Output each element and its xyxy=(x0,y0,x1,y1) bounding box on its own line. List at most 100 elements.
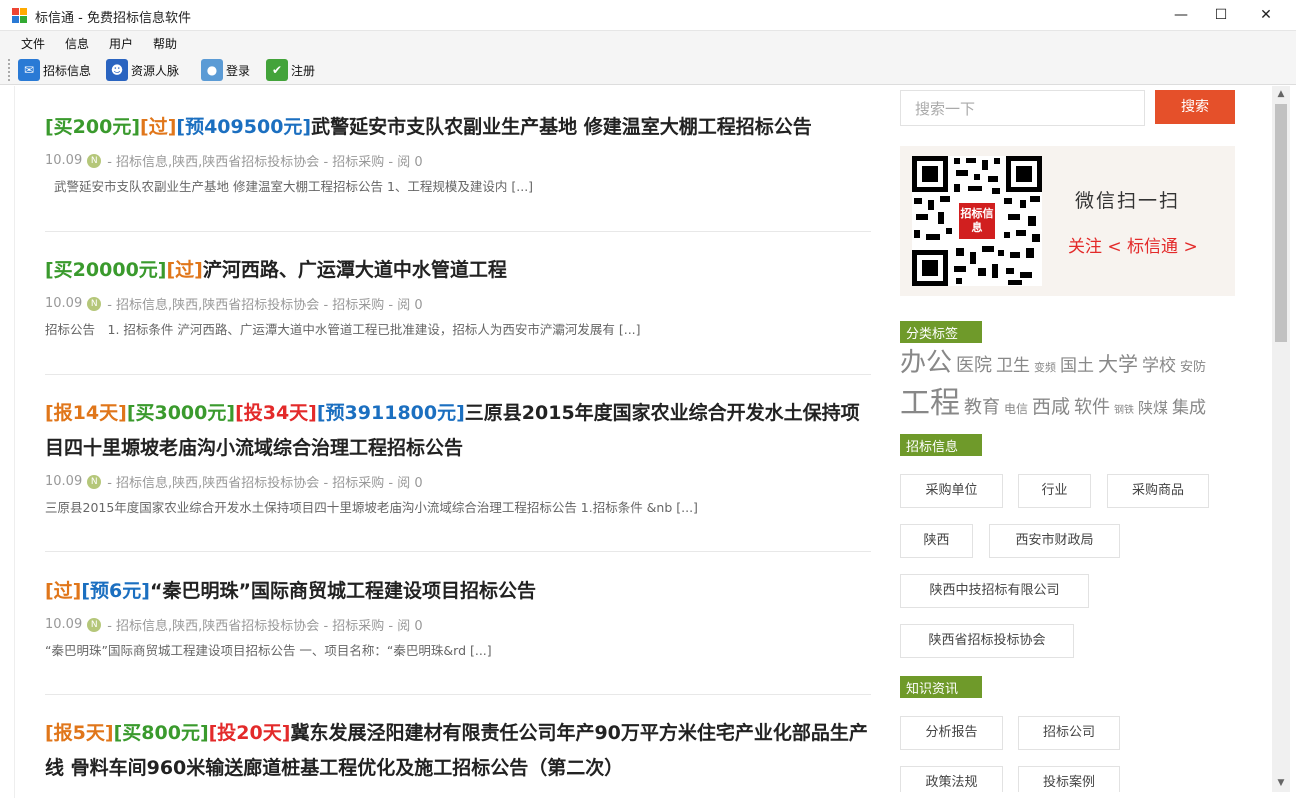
tag-cloud-item[interactable]: 教育 xyxy=(964,397,1000,418)
tag-cloud-item[interactable]: 大学 xyxy=(1098,352,1138,376)
app-logo-icon xyxy=(12,8,28,24)
post-title[interactable]: [过][预6元]“秦巴明珠”国际商贸城工程建设项目招标公告 xyxy=(45,574,871,609)
content-area: [买200元][过][预409500元]武警延安市支队农副业生产基地 修建温室大… xyxy=(15,86,1272,792)
post-divider xyxy=(45,231,871,232)
tag-cloud-line: 办公 医院 卫生 变频 国土 大学 学校 安防 xyxy=(900,342,1240,379)
qr-follow-text: 关注 < 标信通 > xyxy=(1068,237,1198,257)
tag-cloud-item[interactable]: 集成 xyxy=(1172,398,1206,418)
scroll-down-icon[interactable]: ▼ xyxy=(1272,775,1290,792)
tag-bid: [投34天] xyxy=(235,402,317,424)
vertical-scrollbar[interactable]: ▲ ▼ xyxy=(1272,86,1290,792)
chip-policy[interactable]: 政策法规 xyxy=(900,766,1003,792)
tag-cloud-line: 工程 教育 电信 西咸 软件 钢铁 陕煤 集成 xyxy=(900,378,1240,422)
chip-purchase-unit[interactable]: 采购单位 xyxy=(900,474,1003,508)
tag-cloud-item[interactable]: 西咸 xyxy=(1032,396,1070,418)
tag-pass: [过] xyxy=(45,580,82,602)
chip-xian-finance[interactable]: 西安市财政局 xyxy=(989,524,1120,558)
toolbar-login-button[interactable]: ● 登录 xyxy=(201,58,250,82)
people-icon: ☻ xyxy=(106,59,128,81)
menu-file[interactable]: 文件 xyxy=(21,35,45,52)
search-button[interactable]: 搜索 xyxy=(1155,90,1235,124)
tag-cloud-item[interactable]: 电信 xyxy=(1004,402,1028,416)
post-title[interactable]: [报5天][买800元][投20天]冀东发展泾阳建材有限责任公司年产90万平方米… xyxy=(45,716,871,786)
user-icon: ● xyxy=(201,59,223,81)
tag-buy: [买800元] xyxy=(113,722,209,744)
left-frame-edge xyxy=(0,86,15,798)
menu-bar: 文件 信息 用户 帮助 xyxy=(0,31,1296,55)
chip-bidding-association[interactable]: 陕西省招标投标协会 xyxy=(900,624,1074,658)
tag-cloud-item[interactable]: 工程 xyxy=(900,386,960,421)
post-meta-text: - 招标信息,陕西,陕西省招标投标协会 - 招标采购 - 阅 0 xyxy=(107,155,423,170)
section-label-knowledge: 知识资讯 xyxy=(900,676,982,698)
post-date: 10.09 xyxy=(45,296,83,311)
post-title[interactable]: [买200元][过][预409500元]武警延安市支队农副业生产基地 修建温室大… xyxy=(45,110,871,145)
tag-cloud-item[interactable]: 软件 xyxy=(1074,397,1110,418)
tag-budget: [预409500元] xyxy=(176,116,312,138)
post-title[interactable]: [买20000元][过]浐河西路、广运潭大道中水管道工程 xyxy=(45,253,871,288)
tag-buy: [买3000元] xyxy=(126,402,236,424)
menu-info[interactable]: 信息 xyxy=(65,35,89,52)
tag-days: [报5天] xyxy=(45,722,114,744)
section-label-bids: 招标信息 xyxy=(900,434,982,456)
tag-budget: [预3911800元] xyxy=(316,402,465,424)
wechat-qr-panel: 招标信息 微信扫一扫 关注 < 标信通 > xyxy=(900,146,1235,296)
post-date: 10.09 xyxy=(45,617,83,632)
toolbar-bid-info-button[interactable]: ✉ 招标信息 xyxy=(18,58,91,82)
post-title-text[interactable]: 浐河西路、广运潭大道中水管道工程 xyxy=(203,259,507,281)
toolbar-register-button[interactable]: ✔ 注册 xyxy=(266,58,315,82)
post-item: [报5天][买800元][投20天]冀东发展泾阳建材有限责任公司年产90万平方米… xyxy=(45,716,871,786)
post-divider xyxy=(45,374,871,375)
menu-help[interactable]: 帮助 xyxy=(153,35,177,52)
tag-bid: [投20天] xyxy=(208,722,291,744)
search-input[interactable]: 搜索一下 xyxy=(900,90,1145,126)
post-item: [过][预6元]“秦巴明珠”国际商贸城工程建设项目招标公告 10.09 N - … xyxy=(45,574,871,659)
check-icon: ✔ xyxy=(266,59,288,81)
tag-cloud-item[interactable]: 学校 xyxy=(1142,356,1176,376)
chip-purchase-goods[interactable]: 采购商品 xyxy=(1107,474,1209,508)
post-meta: 10.09 N - 招标信息,陕西,陕西省招标投标协会 - 招标采购 - 阅 0 xyxy=(45,472,871,491)
toolbar-contacts-button[interactable]: ☻ 资源人脉 xyxy=(106,58,179,82)
post-meta-text: - 招标信息,陕西,陕西省招标投标协会 - 招标采购 - 阅 0 xyxy=(107,476,423,491)
post-excerpt: 招标公告 1. 招标条件 浐河西路、广运潭大道中水管道工程已批准建设，招标人为西… xyxy=(45,322,641,337)
new-badge-icon: N xyxy=(87,296,102,311)
post-meta: 10.09 N - 招标信息,陕西,陕西省招标投标协会 - 招标采购 - 阅 0 xyxy=(45,615,871,634)
post-item: [报14天][买3000元][投34天][预3911800元] 三原县2015年度… xyxy=(45,396,871,516)
toolbar-grip[interactable] xyxy=(8,59,11,81)
chip-analysis-report[interactable]: 分析报告 xyxy=(900,716,1003,750)
tag-cloud-item[interactable]: 卫生 xyxy=(996,356,1030,376)
post-title-text[interactable]: “秦巴明珠”国际商贸城工程建设项目招标公告 xyxy=(150,580,536,602)
tag-cloud-item[interactable]: 医院 xyxy=(956,355,992,376)
toolbar-label: 注册 xyxy=(291,63,316,78)
new-badge-icon: N xyxy=(87,474,102,489)
post-title[interactable]: [报14天][买3000元][投34天][预3911800元]三原县2015年度… xyxy=(45,396,871,466)
post-item: [买200元][过][预409500元]武警延安市支队农副业生产基地 修建温室大… xyxy=(45,110,871,195)
tag-cloud-item[interactable]: 陕煤 xyxy=(1138,399,1168,417)
post-date: 10.09 xyxy=(45,474,83,489)
tag-budget: [预6元] xyxy=(81,580,150,602)
chip-zhongji-bidding[interactable]: 陕西中技招标有限公司 xyxy=(900,574,1089,608)
post-meta: 10.09 N - 招标信息,陕西,陕西省招标投标协会 - 招标采购 - 阅 0 xyxy=(45,151,871,170)
maximize-button[interactable]: ☐ xyxy=(1198,0,1244,30)
tag-cloud-item[interactable]: 安防 xyxy=(1180,360,1206,375)
post-excerpt: 武警延安市支队农副业生产基地 修建温室大棚工程招标公告 1、工程规模及建设内 [… xyxy=(54,179,534,194)
tag-buy: [买20000元] xyxy=(45,259,167,281)
section-label-tags: 分类标签 xyxy=(900,321,982,343)
tag-cloud-item[interactable]: 国土 xyxy=(1060,356,1094,376)
post-title-text[interactable]: 武警延安市支队农副业生产基地 修建温室大棚工程招标公告 xyxy=(311,116,812,138)
scroll-thumb[interactable] xyxy=(1275,104,1287,342)
qr-badge: 招标信息 xyxy=(959,203,995,239)
tag-cloud-item[interactable]: 办公 xyxy=(900,348,952,378)
chip-bid-cases[interactable]: 投标案例 xyxy=(1018,766,1120,792)
post-meta-text: - 招标信息,陕西,陕西省招标投标协会 - 招标采购 - 阅 0 xyxy=(107,619,423,634)
scroll-up-icon[interactable]: ▲ xyxy=(1272,86,1290,103)
tag-cloud-item[interactable]: 钢铁 xyxy=(1114,405,1134,416)
menu-user[interactable]: 用户 xyxy=(109,35,133,52)
chip-shaanxi[interactable]: 陕西 xyxy=(900,524,973,558)
post-excerpt: “秦巴明珠”国际商贸城工程建设项目招标公告 一、项目名称：“秦巴明珠&rd [.… xyxy=(45,643,492,658)
post-excerpt: 三原县2015年度国家农业综合开发水土保持项目四十里塬坡老庙沟小流域综合治理工程… xyxy=(45,500,698,515)
chip-bidding-company[interactable]: 招标公司 xyxy=(1018,716,1120,750)
close-button[interactable]: ✕ xyxy=(1243,0,1289,30)
chip-industry[interactable]: 行业 xyxy=(1018,474,1091,508)
qr-scan-text: 微信扫一扫 xyxy=(1075,190,1181,212)
tag-cloud-item[interactable]: 变频 xyxy=(1034,361,1056,374)
